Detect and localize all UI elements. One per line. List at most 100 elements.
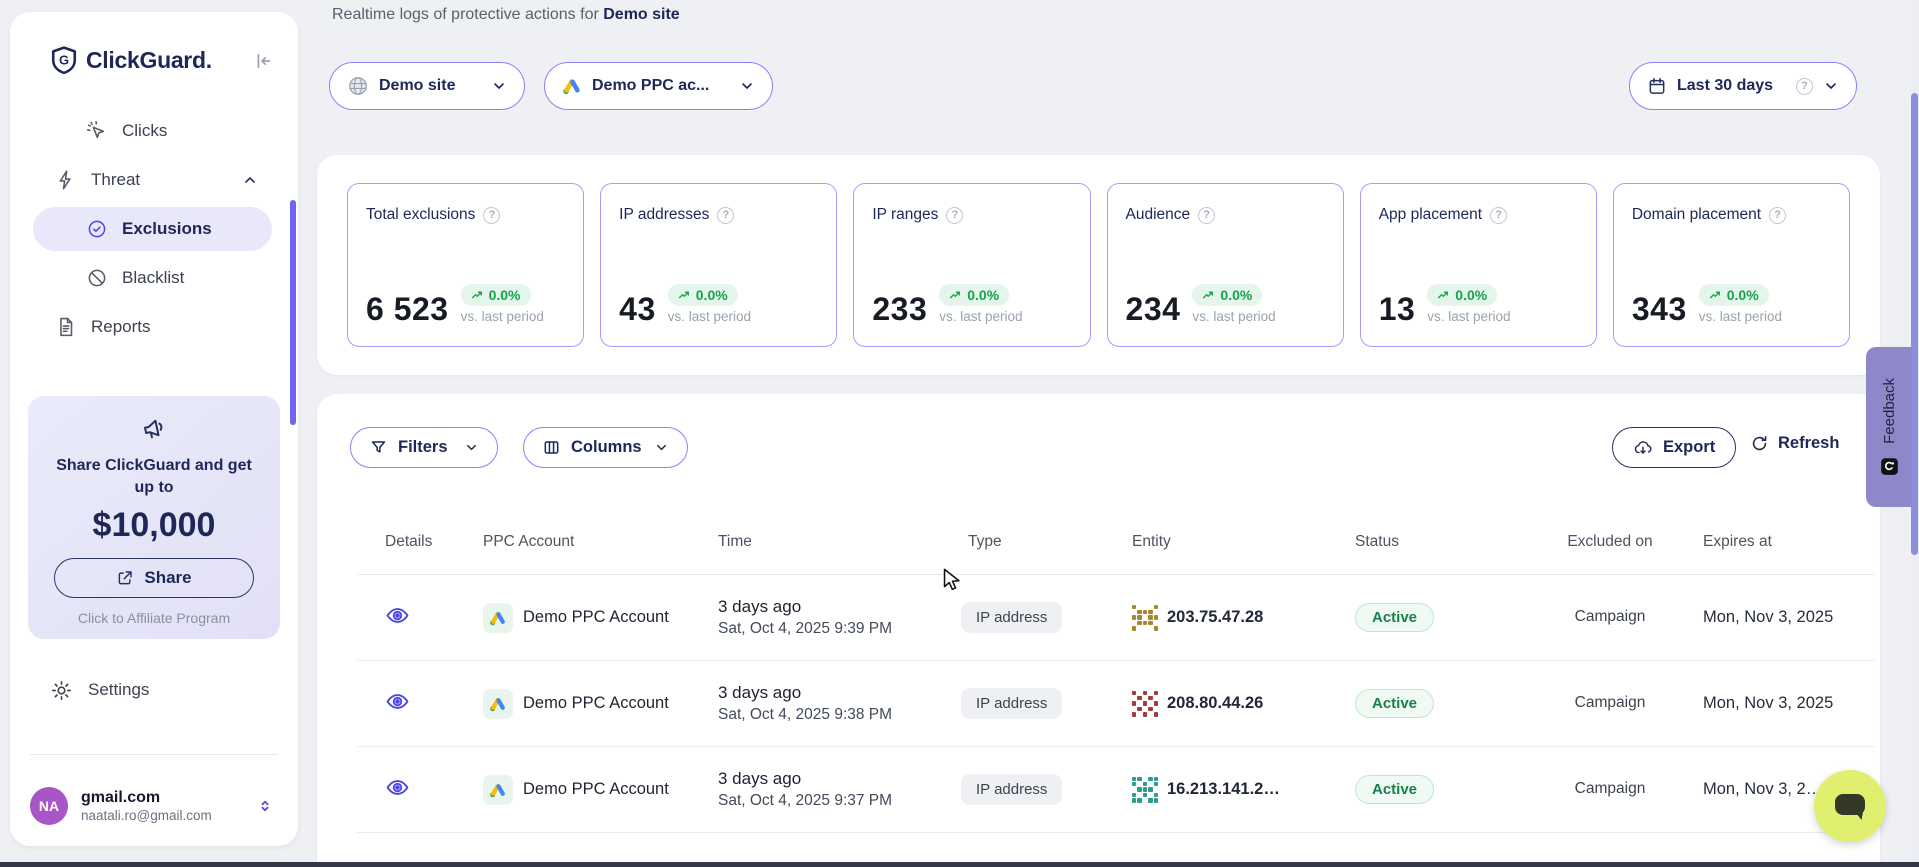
delta-badge: 0.0% bbox=[1427, 284, 1497, 306]
sidebar-nav: Clicks Threat Exclusions Blacklist bbox=[10, 109, 298, 349]
sidebar-item-clicks[interactable]: Clicks bbox=[10, 109, 298, 153]
entity-identicon bbox=[1132, 777, 1158, 803]
share-button[interactable]: Share bbox=[54, 558, 254, 598]
export-button-label: Export bbox=[1663, 438, 1715, 457]
type-badge: IP address bbox=[961, 774, 1062, 805]
bottom-edge-strip bbox=[0, 862, 1919, 867]
document-icon bbox=[55, 316, 77, 338]
filters-button[interactable]: Filters bbox=[350, 427, 498, 468]
ppc-account-selector[interactable]: Demo PPC ac... bbox=[544, 62, 773, 110]
column-header[interactable]: Time bbox=[700, 533, 950, 551]
sidebar-item-blacklist[interactable]: Blacklist bbox=[10, 256, 298, 300]
stat-card: Audience ? 234 0.0% vs. last period bbox=[1107, 183, 1344, 347]
stat-label: Total exclusions bbox=[366, 206, 475, 224]
promo-amount: $10,000 bbox=[28, 506, 280, 545]
column-header[interactable]: Expires at bbox=[1660, 533, 1875, 551]
sidebar-collapse-icon[interactable] bbox=[252, 50, 274, 72]
type-badge: IP address bbox=[961, 688, 1062, 719]
user-menu[interactable]: NA gmail.com naatali.ro@gmail.com bbox=[30, 778, 282, 834]
site-selector[interactable]: Demo site bbox=[329, 62, 525, 110]
details-eye-icon[interactable] bbox=[385, 689, 410, 714]
sidebar-item-threat[interactable]: Threat bbox=[10, 158, 298, 202]
export-button[interactable]: Export bbox=[1612, 427, 1736, 468]
sidebar-scrollbar-thumb[interactable] bbox=[290, 200, 296, 425]
exclusions-table-panel: Filters Columns Export Refresh Details P… bbox=[317, 394, 1880, 867]
date-range-selector[interactable]: Last 30 days ? bbox=[1629, 62, 1857, 110]
time-relative: 3 days ago bbox=[718, 769, 950, 789]
table-body: Demo PPC Account 3 days ago Sat, Oct 4, … bbox=[357, 575, 1875, 867]
stat-caption: vs. last period bbox=[1192, 309, 1275, 324]
sidebar-item-reports[interactable]: Reports bbox=[10, 305, 298, 349]
stat-caption: vs. last period bbox=[1699, 309, 1782, 324]
date-range-value: Last 30 days bbox=[1677, 77, 1773, 95]
entity-value: 203.75.47.28 bbox=[1167, 608, 1263, 627]
chat-launcher-button[interactable] bbox=[1814, 770, 1886, 842]
column-header[interactable]: Type bbox=[950, 533, 1120, 551]
help-icon[interactable]: ? bbox=[1490, 207, 1507, 224]
cursor-click-icon bbox=[86, 120, 108, 142]
column-header[interactable]: Excluded on bbox=[1560, 532, 1660, 553]
external-link-icon bbox=[116, 569, 134, 587]
stat-value: 233 bbox=[872, 294, 927, 324]
user-email: naatali.ro@gmail.com bbox=[81, 808, 212, 823]
google-ads-icon bbox=[562, 76, 582, 96]
stat-card: App placement ? 13 0.0% vs. last period bbox=[1360, 183, 1597, 347]
filter-icon bbox=[369, 438, 388, 457]
table-row: Demo PPC Account 3 days ago Sat, Oct 4, … bbox=[357, 661, 1875, 747]
stat-label: Audience bbox=[1126, 206, 1191, 224]
stats-row: Total exclusions ? 6 523 0.0% vs. last p… bbox=[347, 183, 1850, 347]
help-icon[interactable]: ? bbox=[483, 207, 500, 224]
help-icon[interactable]: ? bbox=[946, 207, 963, 224]
subtitle-site-name: Demo site bbox=[603, 6, 679, 23]
sidebar-item-settings[interactable]: Settings bbox=[10, 668, 298, 712]
stat-caption: vs. last period bbox=[939, 309, 1022, 324]
feedback-widget-icon bbox=[1880, 457, 1899, 476]
delta-badge: 0.0% bbox=[668, 284, 738, 306]
ban-icon bbox=[86, 267, 108, 289]
trend-up-icon bbox=[471, 289, 484, 302]
trend-up-icon bbox=[1202, 289, 1215, 302]
chevron-up-down-icon bbox=[256, 797, 274, 815]
chevron-up-icon bbox=[242, 172, 258, 188]
stat-value: 6 523 bbox=[366, 294, 449, 324]
column-header[interactable]: Entity bbox=[1120, 533, 1340, 551]
stat-value: 13 bbox=[1379, 294, 1416, 324]
help-icon[interactable]: ? bbox=[1796, 78, 1813, 95]
share-button-label: Share bbox=[144, 568, 191, 588]
columns-button[interactable]: Columns bbox=[523, 427, 688, 468]
table-header: Details PPC Account Time Type Entity Sta… bbox=[357, 510, 1875, 575]
excluded-on-value: Campaign bbox=[1560, 693, 1660, 714]
stat-card: IP ranges ? 233 0.0% vs. last period bbox=[853, 183, 1090, 347]
column-header[interactable]: Status bbox=[1340, 533, 1560, 551]
stat-label: App placement bbox=[1379, 206, 1482, 224]
delta-badge: 0.0% bbox=[1699, 284, 1769, 306]
help-icon[interactable]: ? bbox=[717, 207, 734, 224]
stat-value: 234 bbox=[1126, 294, 1181, 324]
sidebar-item-label: Blacklist bbox=[122, 268, 184, 288]
entity-identicon bbox=[1132, 691, 1158, 717]
column-header[interactable]: Details bbox=[357, 533, 460, 551]
column-header[interactable]: PPC Account bbox=[460, 533, 700, 551]
status-badge: Active bbox=[1355, 689, 1434, 718]
google-ads-icon bbox=[483, 775, 513, 805]
stat-label: Domain placement bbox=[1632, 206, 1761, 224]
feedback-tab[interactable]: Feedback bbox=[1866, 347, 1912, 507]
time-relative: 3 days ago bbox=[718, 597, 950, 617]
help-icon[interactable]: ? bbox=[1198, 207, 1215, 224]
details-eye-icon[interactable] bbox=[385, 603, 410, 628]
clickguard-logo-icon: G bbox=[51, 46, 77, 74]
time-absolute: Sat, Oct 4, 2025 9:38 PM bbox=[718, 706, 950, 724]
stat-label: IP addresses bbox=[619, 206, 709, 224]
page-subtitle: Realtime logs of protective actions for … bbox=[332, 6, 680, 24]
page-scrollbar-thumb[interactable] bbox=[1911, 93, 1918, 555]
globe-icon bbox=[347, 75, 369, 97]
help-icon[interactable]: ? bbox=[1769, 207, 1786, 224]
delta-badge: 0.0% bbox=[1192, 284, 1262, 306]
sidebar-item-exclusions[interactable]: Exclusions bbox=[33, 207, 272, 251]
details-eye-icon[interactable] bbox=[385, 775, 410, 800]
chevron-down-icon bbox=[491, 78, 507, 94]
promo-footer[interactable]: Click to Affiliate Program bbox=[28, 610, 280, 626]
time-relative: 3 days ago bbox=[718, 683, 950, 703]
refresh-button[interactable]: Refresh bbox=[1750, 434, 1839, 453]
delta-badge: 0.0% bbox=[461, 284, 531, 306]
